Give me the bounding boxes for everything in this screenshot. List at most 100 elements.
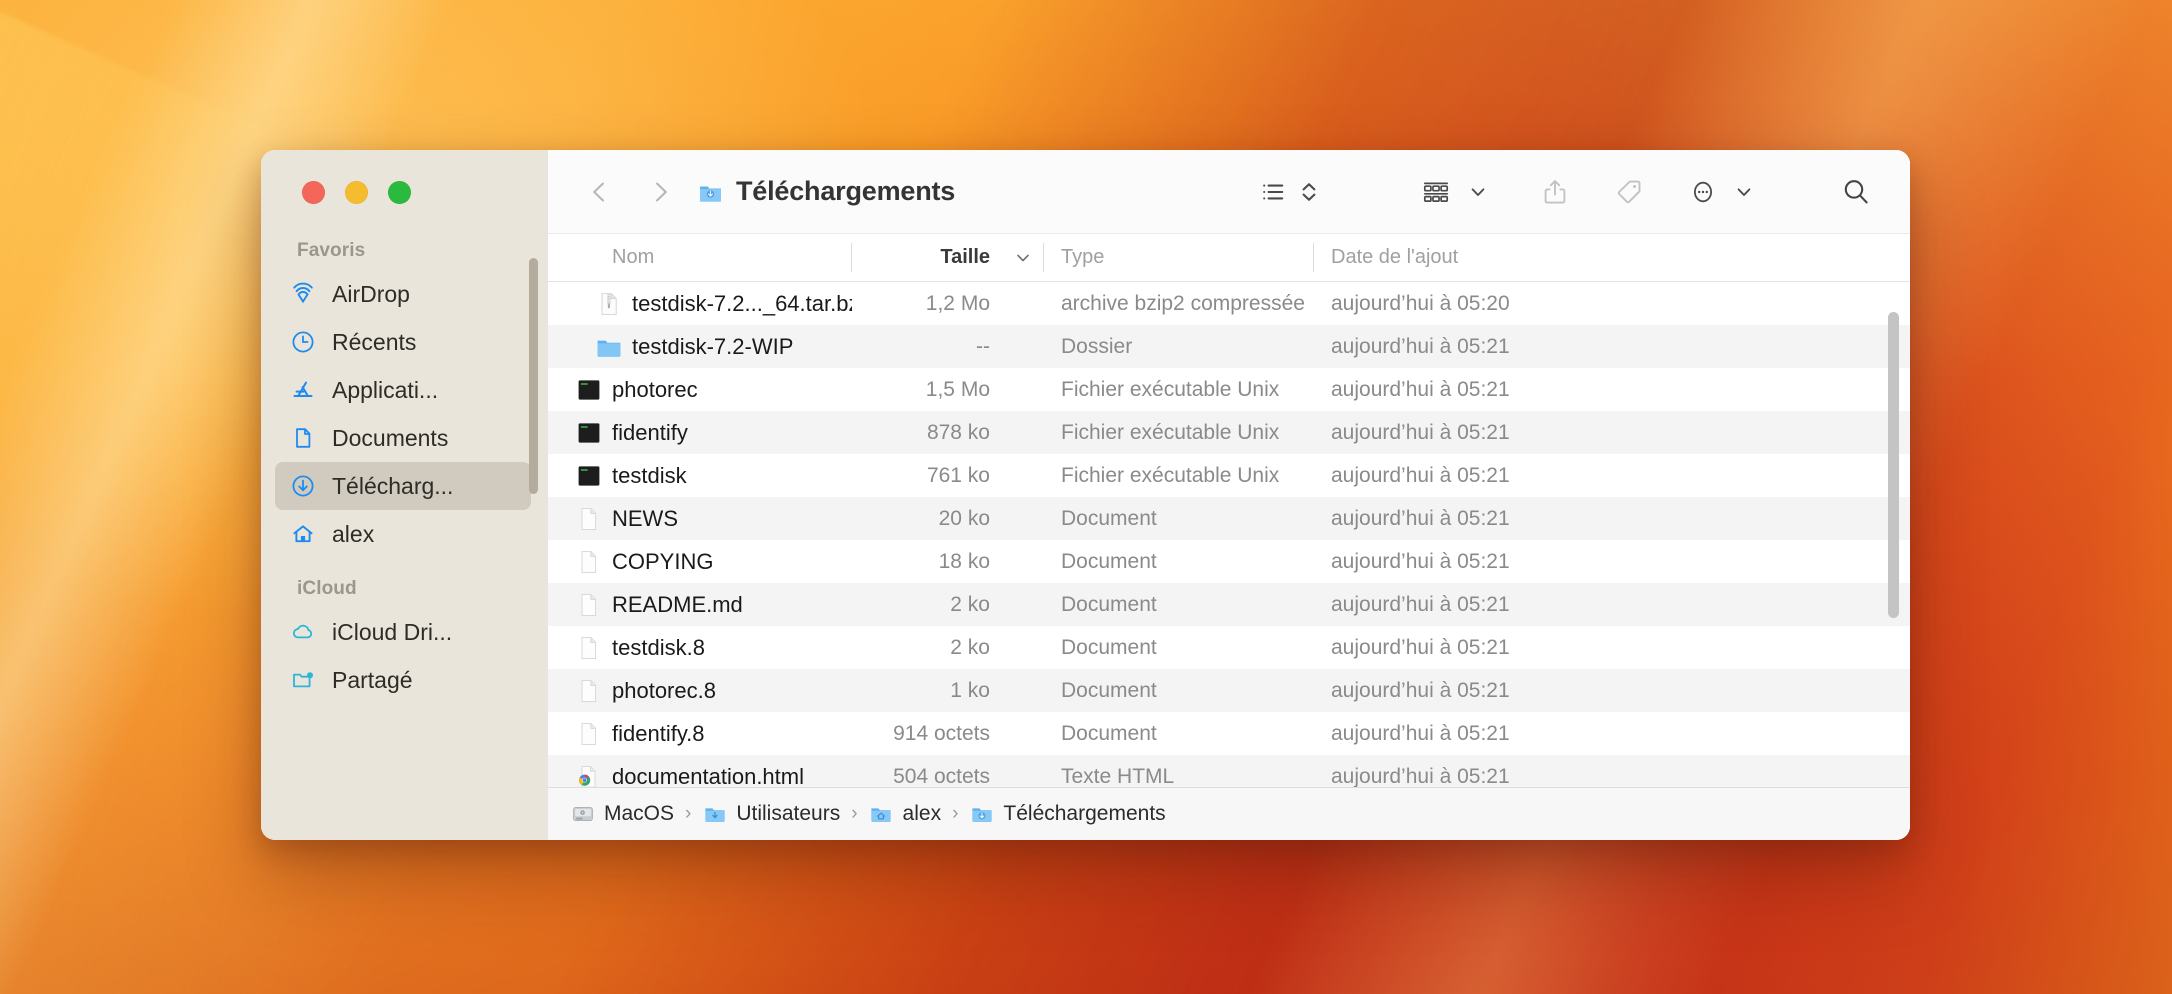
close-button[interactable]	[302, 180, 325, 204]
file-size: 914 octets	[893, 721, 990, 745]
sidebar-item-documents[interactable]: Documents	[275, 414, 531, 462]
table-row[interactable]: testdisk-7.2..._64.tar.bz2 1,2 Mo archiv…	[548, 282, 1910, 325]
file-date: aujourd’hui à 05:21	[1331, 635, 1510, 659]
file-type: Fichier exécutable Unix	[1061, 420, 1280, 444]
view-as-list-button[interactable]	[1254, 170, 1292, 214]
file-type: Document	[1061, 549, 1157, 573]
back-button[interactable]	[578, 170, 622, 214]
sidebar-item-icloud-drive[interactable]: iCloud Dri...	[275, 608, 531, 656]
clock-icon	[289, 328, 317, 356]
column-header-type[interactable]: Type	[1044, 234, 1314, 281]
table-row[interactable]: testdisk-7.2-WIP -- Dossier aujourd’hui …	[548, 325, 1910, 368]
column-label: Date de l'ajout	[1331, 246, 1459, 268]
breadcrumb-item-telechargements[interactable]: Téléchargements	[969, 802, 1166, 827]
downloads-folder-icon	[698, 179, 723, 204]
table-row[interactable]: photorec.8 1 ko Document aujourd’hui à 0…	[548, 669, 1910, 712]
document-file-icon	[576, 506, 602, 532]
table-row[interactable]: README.md 2 ko Document aujourd’hui à 05…	[548, 583, 1910, 626]
downloads-icon	[289, 472, 317, 500]
sidebar-item-home[interactable]: alex	[275, 510, 531, 558]
table-row[interactable]: NEWS 20 ko Document aujourd’hui à 05:21	[548, 497, 1910, 540]
file-size: 1,5 Mo	[925, 377, 990, 401]
search-button[interactable]	[1836, 170, 1876, 214]
file-size: 761 ko	[926, 463, 990, 487]
breadcrumb-separator: ›	[952, 803, 959, 824]
forward-button[interactable]	[638, 170, 682, 214]
file-type: Document	[1061, 721, 1157, 745]
file-name: fidentify	[612, 419, 688, 445]
minimize-button[interactable]	[345, 180, 368, 204]
shared-folder-icon	[289, 666, 317, 694]
zoom-button[interactable]	[388, 180, 411, 204]
cloud-icon	[289, 618, 317, 646]
file-name: photorec	[612, 376, 698, 402]
breadcrumb-item-alex[interactable]: alex	[869, 802, 942, 827]
file-type: Document	[1061, 592, 1157, 616]
page-title: Téléchargements	[736, 176, 956, 206]
file-size: 18 ko	[938, 549, 990, 573]
table-row[interactable]: testdisk.8 2 ko Document aujourd’hui à 0…	[548, 626, 1910, 669]
main-panel: Téléchargements Nom Taille Type Date de …	[547, 150, 1910, 840]
file-date: aujourd’hui à 05:21	[1331, 334, 1510, 358]
file-date: aujourd’hui à 05:21	[1331, 549, 1510, 573]
content-scrollbar[interactable]	[1888, 312, 1899, 618]
sidebar-scrollbar[interactable]	[529, 258, 538, 494]
breadcrumb-separator: ›	[851, 803, 858, 824]
table-row[interactable]: testdisk 761 ko Fichier exécutable Unix …	[548, 454, 1910, 497]
unix-executable-icon	[576, 463, 602, 489]
sidebar-item-downloads[interactable]: Télécharg...	[275, 462, 531, 510]
file-size: 504 octets	[893, 764, 990, 788]
share-button[interactable]	[1536, 170, 1574, 214]
table-row[interactable]: photorec 1,5 Mo Fichier exécutable Unix …	[548, 368, 1910, 411]
column-header-size[interactable]: Taille	[852, 234, 1002, 281]
folder-icon	[596, 334, 622, 360]
file-type: Fichier exécutable Unix	[1061, 377, 1280, 401]
breadcrumb-label: alex	[902, 802, 942, 825]
unix-executable-icon	[576, 377, 602, 403]
file-type: Document	[1061, 635, 1157, 659]
document-file-icon	[576, 592, 602, 618]
table-row[interactable]: documentation.html 504 octets Texte HTML…	[548, 755, 1910, 787]
sidebar-item-airdrop[interactable]: AirDrop	[275, 270, 531, 318]
file-name: testdisk.8	[612, 634, 705, 660]
file-type: Document	[1061, 506, 1157, 530]
applications-icon	[289, 376, 317, 404]
breadcrumb-item-macos[interactable]: MacOS	[570, 802, 674, 827]
table-row[interactable]: fidentify.8 914 octets Document aujourd’…	[548, 712, 1910, 755]
folder-small-icon	[702, 802, 727, 827]
file-type: Fichier exécutable Unix	[1061, 463, 1280, 487]
sort-indicator[interactable]	[1002, 234, 1044, 281]
downloads-folder-icon	[969, 802, 994, 827]
breadcrumb-item-utilisateurs[interactable]: Utilisateurs	[702, 802, 840, 827]
file-date: aujourd’hui à 05:21	[1331, 420, 1510, 444]
sidebar-item-label: Partagé	[332, 666, 413, 693]
column-headers: Nom Taille Type Date de l'ajout	[548, 234, 1910, 282]
file-name: NEWS	[612, 505, 678, 531]
file-type: Texte HTML	[1061, 764, 1175, 788]
group-by-button[interactable]	[1416, 170, 1456, 214]
more-actions-dropdown[interactable]	[1730, 170, 1758, 214]
column-header-name[interactable]: Nom	[548, 234, 852, 281]
sidebar-item-label: Récents	[332, 328, 417, 355]
sidebar-item-recents[interactable]: Récents	[275, 318, 531, 366]
file-name: testdisk-7.2-WIP	[632, 333, 794, 359]
breadcrumb-separator: ›	[685, 803, 692, 824]
file-name: fidentify.8	[612, 720, 705, 746]
table-row[interactable]: fidentify 878 ko Fichier exécutable Unix…	[548, 411, 1910, 454]
sidebar-item-shared[interactable]: Partagé	[275, 656, 531, 704]
file-date: aujourd’hui à 05:21	[1331, 678, 1510, 702]
column-label: Nom	[612, 246, 655, 268]
window-title-group: Téléchargements	[698, 176, 955, 207]
table-row[interactable]: COPYING 18 ko Document aujourd’hui à 05:…	[548, 540, 1910, 583]
file-size: 2 ko	[950, 592, 990, 616]
group-by-dropdown[interactable]	[1464, 170, 1492, 214]
file-date: aujourd’hui à 05:20	[1331, 291, 1510, 315]
more-actions-button[interactable]	[1684, 170, 1722, 214]
html-chrome-icon	[576, 764, 602, 787]
tags-button[interactable]	[1610, 170, 1648, 214]
sidebar-item-applications[interactable]: Applicati...	[275, 366, 531, 414]
column-label: Taille	[940, 246, 990, 268]
column-header-date[interactable]: Date de l'ajout	[1314, 234, 1910, 281]
sort-order-button[interactable]	[1294, 170, 1324, 214]
home-icon	[289, 520, 317, 548]
